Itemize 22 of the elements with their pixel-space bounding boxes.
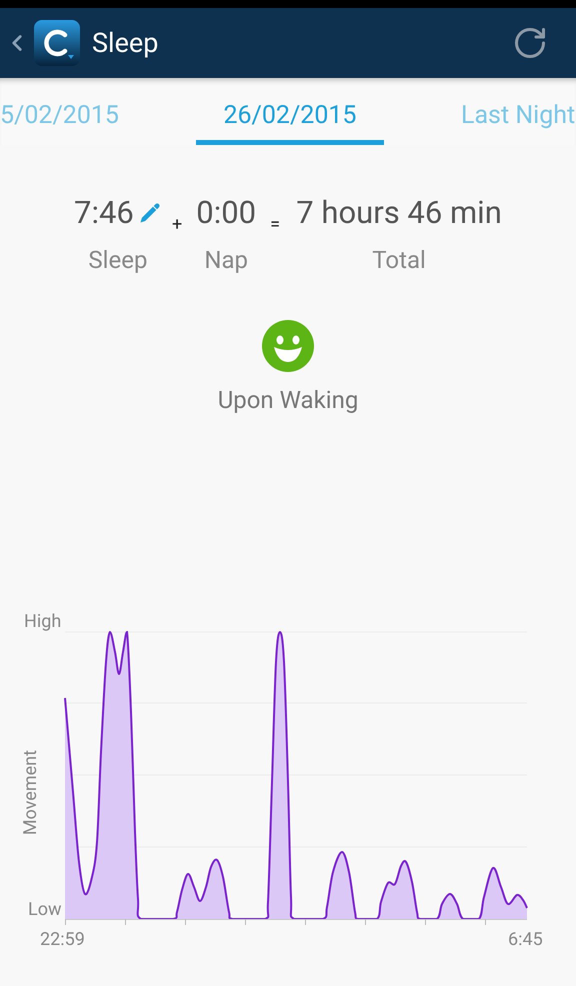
total-label: Total: [372, 245, 426, 276]
screen-title: Sleep: [92, 26, 158, 61]
plus-sign: +: [172, 213, 182, 237]
app-logo-icon[interactable]: [34, 20, 80, 66]
edit-icon[interactable]: [138, 200, 162, 224]
sleep-label: Sleep: [88, 245, 148, 276]
nap-duration: 0:00: [196, 197, 256, 228]
date-tab[interactable]: 26/02/2015: [196, 78, 384, 145]
x-axis-start-label: 22:59: [40, 928, 85, 952]
total-duration: 7 hours 46 min: [296, 197, 502, 228]
y-axis-title: Movement: [20, 750, 42, 836]
y-axis-low-label: Low: [28, 898, 62, 922]
smiley-icon: [262, 320, 314, 372]
date-tab[interactable]: Last Night: [460, 78, 576, 145]
refresh-icon[interactable]: [512, 25, 548, 61]
sleep-duration: 7:46: [74, 197, 134, 228]
mood-label: Upon Waking: [218, 385, 358, 416]
date-tab[interactable]: 5/02/2015: [0, 78, 119, 145]
x-axis-end-label: 6:45: [508, 928, 543, 952]
y-axis-high-label: High: [24, 610, 62, 634]
nap-label: Nap: [204, 245, 248, 276]
equals-sign: =: [270, 213, 280, 237]
